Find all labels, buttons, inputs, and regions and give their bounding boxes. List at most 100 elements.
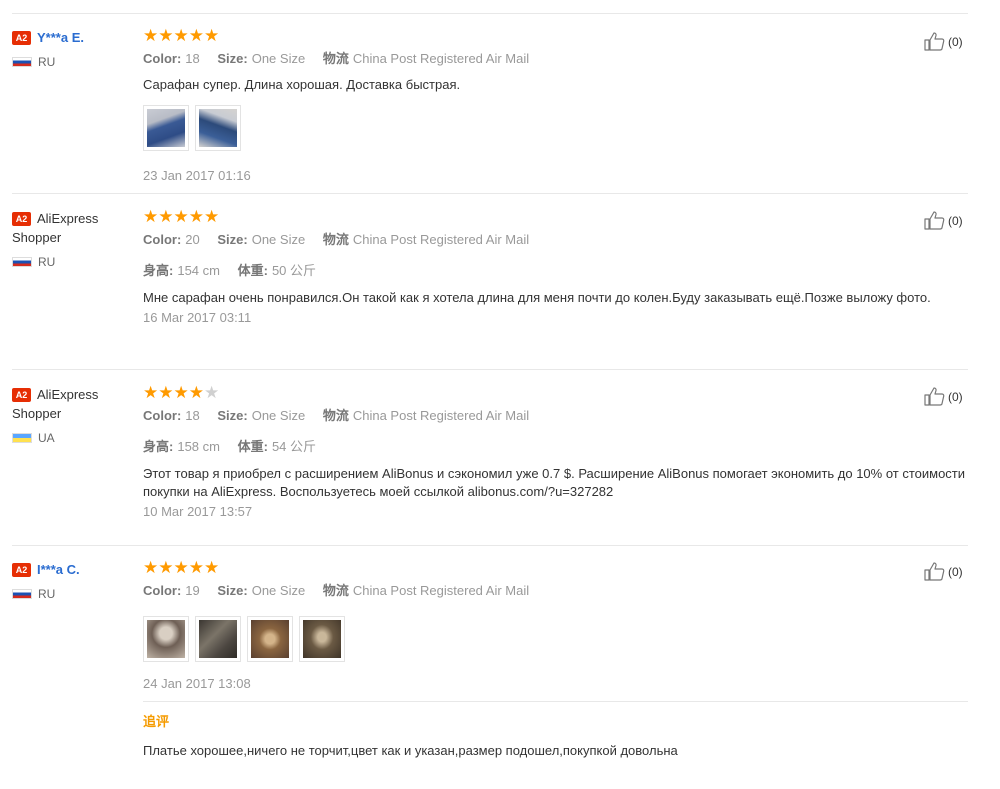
review-photo-thumb[interactable]	[247, 616, 293, 662]
thumbs-up-icon	[924, 562, 945, 581]
size-value: One Size	[251, 51, 306, 66]
review-date: 10 Mar 2017 13:57	[143, 504, 253, 519]
weight-value: 54 公斤	[271, 439, 317, 454]
shipping-value: China Post Registered Air Mail	[352, 583, 530, 598]
star-icon: ★	[188, 383, 204, 402]
star-icon: ★	[188, 207, 204, 226]
height-label: 身高:	[143, 439, 174, 454]
star-rating: ★★★★★	[143, 558, 973, 577]
helpful-button[interactable]: (0)	[924, 386, 963, 406]
body-measurements: 身高: 158 cm 体重: 54 公斤	[143, 439, 973, 455]
russia-flag-icon	[12, 57, 32, 67]
color-label: Color:	[143, 51, 182, 66]
size-value: One Size	[251, 408, 306, 423]
star-rating: ★★★★★	[143, 383, 973, 402]
star-icon: ★	[158, 26, 174, 45]
shipping-label: 物流	[322, 51, 349, 66]
followup-text: Платье хорошее,ничего не торчит,цвет как…	[143, 743, 678, 758]
review-photo-image	[303, 620, 341, 658]
weight-value: 50 公斤	[271, 263, 317, 278]
review-text: Сарафан супер. Длина хорошая. Доставка б…	[143, 77, 461, 92]
shipping-label: 物流	[322, 232, 349, 247]
thumbs-up-icon	[924, 211, 945, 230]
buyer-level-badge: A2	[12, 563, 31, 577]
top-divider	[12, 13, 968, 14]
color-value: 19	[185, 583, 200, 598]
star-empty-icon: ★	[204, 383, 220, 402]
review-divider	[12, 369, 968, 370]
height-value: 154 cm	[177, 263, 220, 278]
country-code: UA	[38, 431, 55, 445]
color-value: 18	[185, 51, 200, 66]
shipping-value: China Post Registered Air Mail	[352, 232, 530, 247]
country-code: RU	[38, 55, 56, 69]
review-text: Этот товар я приобрел с расширением AliB…	[143, 466, 966, 499]
review-photo-image	[147, 109, 185, 147]
helpful-count: (0)	[948, 214, 963, 228]
reviewer-name[interactable]: I***a C.	[37, 562, 80, 577]
review-photo-image	[199, 620, 237, 658]
helpful-button[interactable]: (0)	[924, 210, 963, 230]
review-content: ★★★★★ Color: 18 Size: One Size 物流 China Pos…	[143, 383, 973, 520]
country-code: RU	[38, 255, 56, 269]
color-label: Color:	[143, 408, 182, 423]
review-photo-thumb[interactable]	[195, 616, 241, 662]
star-icon: ★	[158, 558, 174, 577]
reviewer-country: RU	[12, 55, 137, 69]
review-photos	[143, 616, 973, 662]
star-icon: ★	[143, 383, 159, 402]
russia-flag-icon	[12, 589, 32, 599]
reviewer-country: UA	[12, 431, 137, 445]
followup-divider	[143, 701, 968, 702]
ukraine-flag-icon	[12, 433, 32, 443]
star-icon: ★	[158, 207, 174, 226]
star-rating: ★★★★★	[143, 207, 973, 226]
helpful-count: (0)	[948, 565, 963, 579]
reviewer-name-row[interactable]: A2 Y***a E.	[12, 28, 137, 47]
thumbs-up-icon	[924, 387, 945, 406]
star-icon: ★	[188, 558, 204, 577]
reviewer-info: A2 AliExpress Shopper UA	[12, 385, 137, 445]
star-icon: ★	[173, 207, 189, 226]
review-date: 16 Mar 2017 03:11	[143, 310, 252, 325]
star-icon: ★	[143, 558, 159, 577]
reviewer-name-row[interactable]: A2 I***a C.	[12, 560, 137, 579]
reviewer-country: RU	[12, 255, 137, 269]
review-content: ★★★★★ Color: 20 Size: One Size 物流 China Pos…	[143, 207, 973, 326]
weight-label: 体重:	[237, 263, 268, 278]
size-label: Size:	[217, 583, 248, 598]
star-icon: ★	[204, 558, 220, 577]
followup-label: 追评	[143, 714, 170, 729]
size-label: Size:	[217, 408, 248, 423]
review-photo-thumb[interactable]	[299, 616, 345, 662]
reviewer-info: A2 I***a C. RU	[12, 560, 137, 601]
color-value: 20	[185, 232, 200, 247]
reviewer-name-row: A2 AliExpress Shopper	[12, 209, 137, 247]
order-attributes: Color: 19 Size: One Size 物流 China Post Regi…	[143, 583, 973, 599]
reviewer-country: RU	[12, 587, 137, 601]
helpful-count: (0)	[948, 35, 963, 49]
review-content: ★★★★★ Color: 19 Size: One Size 物流 China Pos…	[143, 558, 973, 760]
review-divider	[12, 545, 968, 546]
review-photo-thumb[interactable]	[195, 105, 241, 151]
review-photo-thumb[interactable]	[143, 105, 189, 151]
reviewer-name-row: A2 AliExpress Shopper	[12, 385, 137, 423]
helpful-button[interactable]: (0)	[924, 31, 963, 51]
review-divider	[12, 193, 968, 194]
review-photo-thumb[interactable]	[143, 616, 189, 662]
star-icon: ★	[204, 26, 220, 45]
reviewer-info: A2 Y***a E. RU	[12, 28, 137, 69]
review-date: 24 Jan 2017 13:08	[143, 676, 251, 691]
review-content: ★★★★★ Color: 18 Size: One Size 物流 China Pos…	[143, 26, 973, 184]
review-photos	[143, 105, 973, 151]
size-value: One Size	[251, 232, 306, 247]
star-rating: ★★★★★	[143, 26, 973, 45]
reviewer-name[interactable]: Y***a E.	[37, 30, 84, 45]
helpful-button[interactable]: (0)	[924, 561, 963, 581]
review-photo-image	[147, 620, 185, 658]
shipping-value: China Post Registered Air Mail	[352, 408, 530, 423]
shipping-label: 物流	[322, 583, 349, 598]
weight-label: 体重:	[237, 439, 268, 454]
helpful-count: (0)	[948, 390, 963, 404]
shipping-label: 物流	[322, 408, 349, 423]
